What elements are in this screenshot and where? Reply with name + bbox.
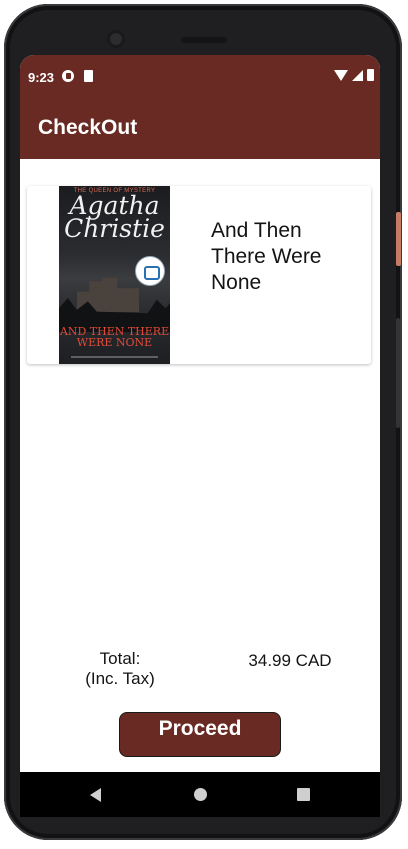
app-screen: 9:23 CheckOut THE QUEEN OF MYSTERY Agath… <box>20 55 380 817</box>
cover-author: Agatha Christie <box>64 191 165 243</box>
cart-item-card[interactable]: THE QUEEN OF MYSTERY Agatha Christie AND … <box>27 186 371 364</box>
app-bar: CheckOut <box>20 99 380 159</box>
power-button <box>396 212 401 266</box>
front-camera <box>107 30 125 48</box>
status-icons <box>334 69 374 81</box>
proceed-button[interactable]: Proceed <box>119 712 281 757</box>
home-icon[interactable] <box>194 788 207 801</box>
sd-card-icon <box>84 70 93 82</box>
signal-icon <box>352 69 363 81</box>
book-cover-image: THE QUEEN OF MYSTERY Agatha Christie AND … <box>59 186 170 364</box>
recents-icon[interactable] <box>297 788 310 801</box>
page-title: CheckOut <box>38 116 138 139</box>
notification-icon <box>62 70 74 82</box>
cover-badge-icon <box>135 256 165 286</box>
book-title: And Then There Were None <box>211 219 322 294</box>
battery-icon <box>367 69 374 81</box>
wifi-icon <box>334 69 348 81</box>
volume-button <box>396 318 400 428</box>
status-time: 9:23 <box>28 70 55 85</box>
total-label: Total: (Inc. Tax) <box>60 649 180 689</box>
status-bar: 9:23 <box>20 55 380 99</box>
back-icon[interactable] <box>90 788 101 802</box>
total-value: 34.99 CAD <box>248 651 332 670</box>
total-label-text: Total: (Inc. Tax) <box>85 649 155 688</box>
cover-divider <box>71 356 158 358</box>
cover-title: AND THEN THERE WERE NONE <box>59 325 170 349</box>
earpiece-speaker <box>181 37 227 43</box>
system-nav-bar <box>20 772 380 817</box>
